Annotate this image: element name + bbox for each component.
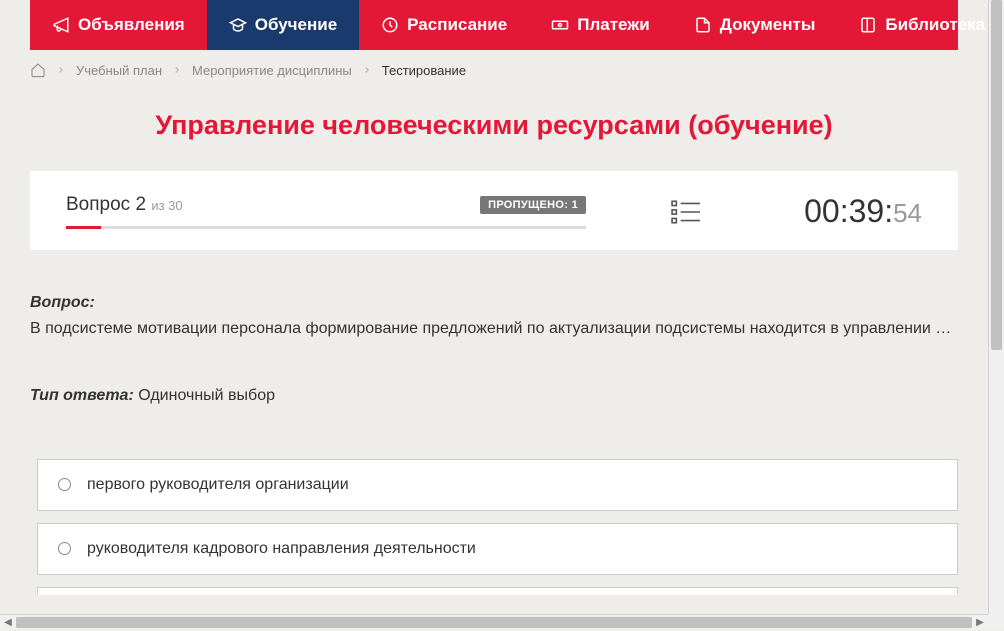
timer: 00:39:54 — [804, 193, 922, 230]
progress-bar — [66, 226, 586, 229]
answer-text: первого руководителя организации — [87, 476, 349, 494]
chevron-right-icon — [362, 65, 372, 75]
page-title: Управление человеческими ресурсами (обуч… — [30, 110, 958, 141]
question-counter: Вопрос 2 из 30 — [66, 194, 183, 216]
nav-item-adverts[interactable]: Объявления — [30, 0, 207, 50]
skipped-badge: ПРОПУЩЕНО: 1 — [480, 196, 586, 214]
chevron-right-icon — [56, 65, 66, 75]
nav-label: Обучение — [255, 15, 337, 35]
radio-icon — [58, 542, 71, 555]
answer-text: руководителя кадрового направления деяте… — [87, 540, 476, 558]
chevron-right-icon — [172, 65, 182, 75]
answer-option[interactable]: руководителя кадрового направления деяте… — [37, 523, 958, 575]
timer-seconds: 54 — [893, 198, 922, 229]
breadcrumb-testing: Тестирование — [382, 63, 466, 78]
book-icon — [859, 16, 877, 34]
question-list-icon[interactable] — [671, 199, 701, 225]
horizontal-scrollbar[interactable]: ◀ ▶ — [0, 614, 988, 630]
breadcrumb-discipline-event[interactable]: Мероприятие дисциплины — [192, 63, 352, 78]
nav-item-schedule[interactable]: Расписание — [359, 0, 529, 50]
nav-item-library[interactable]: Библиотека — [837, 0, 988, 50]
question-label: Вопрос: — [30, 294, 95, 311]
question-text: В подсистеме мотивации персонала формиро… — [30, 316, 958, 342]
question-section: Вопрос: В подсистеме мотивации персонала… — [30, 290, 958, 409]
radio-icon — [58, 478, 71, 491]
megaphone-icon — [52, 16, 70, 34]
breadcrumb: Учебный план Мероприятие дисциплины Тест… — [30, 50, 958, 90]
horizontal-scrollbar-track[interactable] — [16, 615, 972, 630]
clock-icon — [381, 16, 399, 34]
scroll-right-arrow-icon[interactable]: ▶ — [972, 615, 988, 631]
nav-label: Платежи — [577, 15, 650, 35]
vertical-scrollbar[interactable] — [988, 0, 1004, 614]
horizontal-scrollbar-thumb[interactable] — [16, 617, 972, 628]
top-navigation: Объявления Обучение Расписание Платежи Д… — [30, 0, 958, 50]
question-progress: Вопрос 2 из 30 ПРОПУЩЕНО: 1 — [66, 194, 586, 229]
answers-list: первого руководителя организации руковод… — [37, 459, 958, 575]
answer-option-partial — [37, 587, 958, 595]
nav-item-documents[interactable]: Документы — [672, 0, 838, 50]
document-icon — [694, 16, 712, 34]
answer-option[interactable]: первого руководителя организации — [37, 459, 958, 511]
scrollbar-corner — [988, 614, 1004, 630]
breadcrumb-study-plan[interactable]: Учебный план — [76, 63, 162, 78]
answer-type-value: Одиночный выбор — [138, 387, 275, 404]
progress-fill — [66, 226, 101, 229]
nav-item-education[interactable]: Обучение — [207, 0, 359, 50]
home-icon[interactable] — [30, 62, 46, 78]
nav-label: Документы — [720, 15, 816, 35]
nav-label: Библиотека — [885, 15, 985, 35]
nav-item-payments[interactable]: Платежи — [529, 0, 672, 50]
graduation-cap-icon — [229, 16, 247, 34]
status-panel: Вопрос 2 из 30 ПРОПУЩЕНО: 1 00:39:54 — [30, 171, 958, 250]
nav-label: Объявления — [78, 15, 185, 35]
answer-type-label: Тип ответа: — [30, 387, 134, 404]
scroll-left-arrow-icon[interactable]: ◀ — [0, 615, 16, 631]
banknote-icon — [551, 16, 569, 34]
nav-label: Расписание — [407, 15, 507, 35]
timer-main: 00:39: — [804, 193, 893, 230]
vertical-scrollbar-thumb[interactable] — [991, 0, 1002, 350]
